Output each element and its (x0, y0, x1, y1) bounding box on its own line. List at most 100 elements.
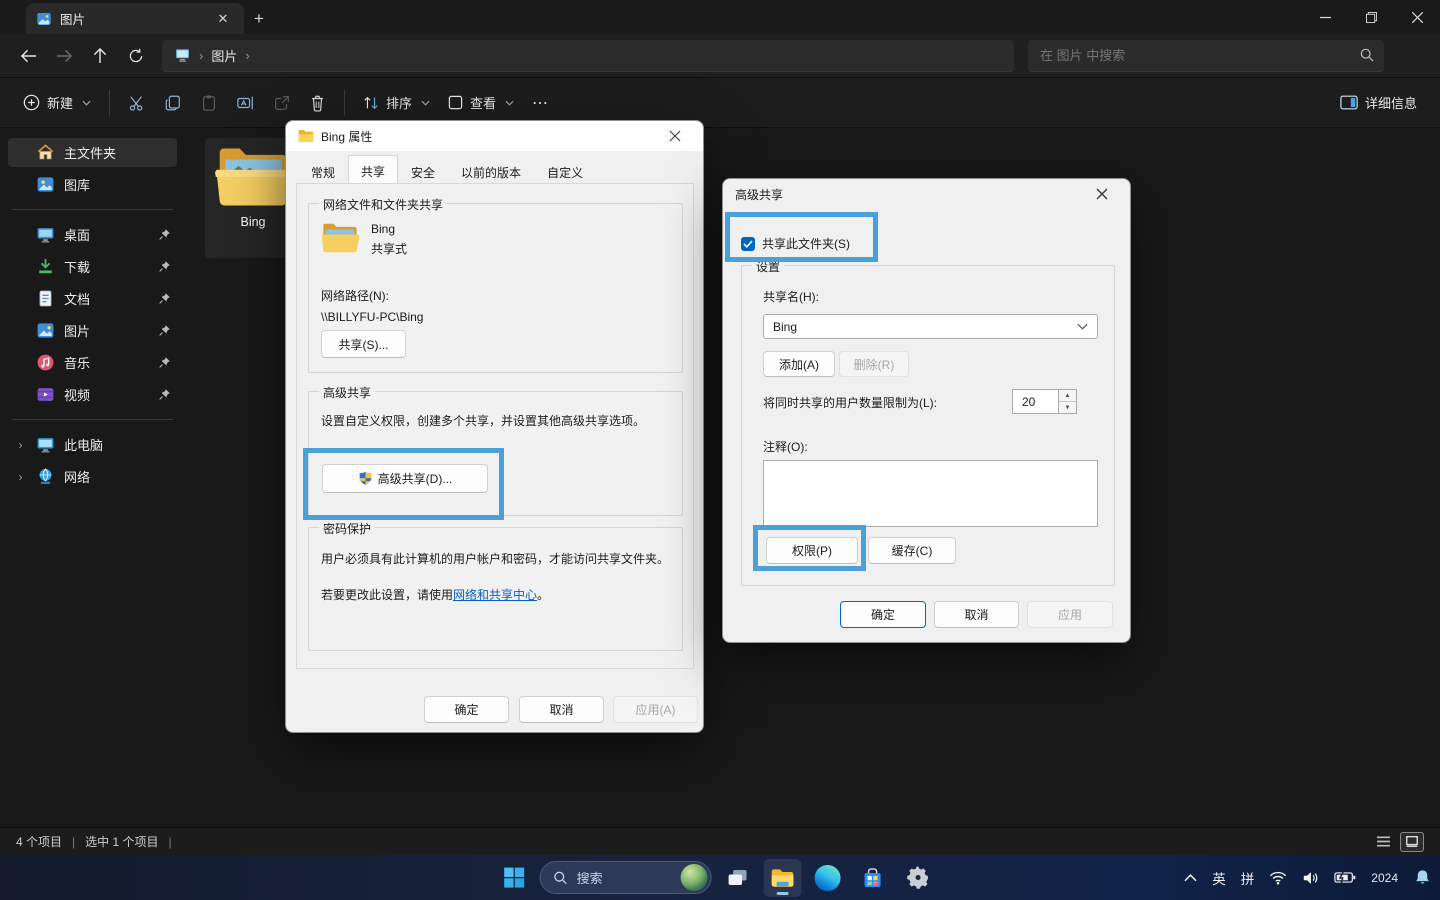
explorer-tab[interactable]: 图片 ✕ (26, 3, 244, 34)
tab-close-icon[interactable]: ✕ (212, 8, 234, 30)
minimize-button[interactable] (1302, 0, 1348, 34)
sidebar-item-home[interactable]: 主文件夹 (8, 138, 177, 167)
hidden-icons-chevron[interactable] (1184, 874, 1197, 882)
maximize-button[interactable] (1348, 0, 1394, 34)
network-icon (36, 467, 55, 486)
apply-label: 应用(A) (636, 701, 676, 718)
volume-icon[interactable] (1302, 871, 1319, 885)
view-button[interactable]: 查看 (439, 86, 523, 119)
sidebar-separator (12, 419, 173, 420)
search-icon (554, 871, 568, 885)
ime-pinyin-indicator[interactable]: 拼 (1241, 868, 1255, 888)
add-button[interactable]: 添加(A) (763, 351, 835, 377)
advanced-dialog-titlebar[interactable]: 高级共享 (723, 179, 1130, 209)
sidebar-item-network[interactable]: › 网络 (8, 462, 177, 491)
properties-dialog-titlebar[interactable]: Bing 属性 (286, 121, 703, 151)
close-icon[interactable] (659, 121, 691, 151)
tab-sharing[interactable]: 共享 (348, 155, 398, 186)
start-button[interactable] (495, 859, 533, 897)
properties-ok-button[interactable]: 确定 (424, 696, 509, 723)
sidebar-item-this-pc[interactable]: › 此电脑 (8, 430, 177, 459)
plus-circle-icon (23, 94, 40, 111)
breadcrumb-chevron-icon: › (245, 48, 249, 63)
explorer-search-box[interactable] (1028, 40, 1384, 72)
sidebar-item-label: 主文件夹 (64, 143, 116, 162)
remove-button[interactable]: 删除(R) (839, 351, 909, 377)
share-button[interactable]: 共享(S)... (321, 330, 406, 358)
search-input[interactable] (1038, 47, 1360, 64)
sidebar-item-documents[interactable]: 文档 (8, 284, 177, 313)
task-view-button[interactable] (719, 859, 757, 897)
pictures-tab-icon (36, 11, 52, 27)
close-icon[interactable] (1086, 179, 1118, 209)
refresh-button[interactable] (118, 39, 154, 73)
pin-icon (158, 292, 171, 305)
user-limit-value[interactable]: 20 (1012, 389, 1059, 414)
sidebar-item-music[interactable]: 音乐 (8, 348, 177, 377)
advanced-ok-button[interactable]: 确定 (840, 601, 926, 628)
forward-button[interactable] (46, 39, 82, 73)
copy-button[interactable] (155, 87, 191, 119)
sort-icon (363, 95, 379, 111)
wifi-icon[interactable] (1269, 871, 1287, 885)
network-sharing-center-link[interactable]: 网络和共享中心 (453, 588, 537, 602)
sidebar-item-gallery[interactable]: 图库 (8, 170, 177, 199)
details-view-toggle[interactable] (1371, 832, 1395, 852)
taskbar-date[interactable]: 2024 (1371, 871, 1398, 885)
caching-button[interactable]: 缓存(C) (868, 537, 956, 564)
breadcrumb-pictures[interactable]: 图片 (211, 46, 237, 65)
close-button[interactable] (1394, 0, 1440, 34)
details-pane-label: 详细信息 (1365, 93, 1417, 112)
delete-button[interactable] (300, 87, 335, 119)
share-button-label: 共享(S)... (339, 336, 389, 353)
battery-icon[interactable] (1334, 871, 1356, 884)
password-protection-line2: 若要更改此设置，请使用网络和共享中心。 (321, 586, 673, 604)
address-bar[interactable]: › 图片 › (162, 40, 1014, 72)
share-icon (273, 94, 291, 112)
status-divider: | (168, 835, 171, 849)
sidebar-item-videos[interactable]: 视频 (8, 380, 177, 409)
cut-icon (128, 94, 146, 112)
rename-button[interactable] (227, 87, 264, 119)
thumbnail-view-toggle[interactable] (1400, 832, 1424, 852)
back-button[interactable] (10, 39, 46, 73)
taskbar-settings[interactable] (899, 859, 937, 897)
share-state: 共享式 (371, 240, 407, 258)
tree-expand-chevron[interactable]: › (14, 438, 27, 452)
sidebar-item-pictures[interactable]: 图片 (8, 316, 177, 345)
videos-icon (36, 385, 55, 404)
pin-icon (158, 260, 171, 273)
new-tab-button[interactable]: + (244, 4, 274, 34)
sort-button[interactable]: 排序 (354, 86, 439, 119)
spinner-down-icon[interactable]: ▼ (1059, 401, 1076, 413)
taskbar-search-box[interactable]: 搜索 (540, 861, 712, 894)
properties-cancel-button[interactable]: 取消 (519, 696, 604, 723)
sidebar-item-desktop[interactable]: 桌面 (8, 220, 177, 249)
notification-bell-icon[interactable] (1413, 868, 1432, 887)
sidebar-separator (12, 209, 173, 210)
paste-button[interactable] (191, 87, 227, 119)
bing-folder-icon (215, 146, 291, 208)
tree-expand-chevron[interactable]: › (14, 470, 27, 484)
sidebar-item-downloads[interactable]: 下载 (8, 252, 177, 281)
advanced-apply-button[interactable]: 应用 (1027, 601, 1113, 628)
more-options-button[interactable]: ⋯ (523, 86, 558, 120)
ime-english-indicator[interactable]: 英 (1212, 868, 1226, 888)
tab-title: 图片 (60, 9, 85, 28)
details-pane-button[interactable]: 详细信息 (1331, 86, 1426, 119)
share-name-combobox[interactable]: Bing (763, 314, 1098, 339)
spinner-up-icon[interactable]: ▲ (1059, 390, 1076, 401)
taskbar-file-explorer[interactable] (764, 859, 802, 897)
taskbar-store[interactable] (854, 859, 892, 897)
cut-button[interactable] (119, 87, 155, 119)
chevron-down-icon (421, 100, 430, 106)
line2-prefix: 若要更改此设置，请使用 (321, 588, 453, 602)
new-button[interactable]: 新建 (14, 86, 100, 119)
up-button[interactable] (82, 39, 118, 73)
user-limit-spinner[interactable]: 20 ▲ ▼ (1012, 389, 1077, 414)
comments-textarea[interactable] (763, 460, 1098, 527)
taskbar-edge[interactable] (809, 859, 847, 897)
share-button-toolbar[interactable] (264, 87, 300, 119)
properties-apply-button[interactable]: 应用(A) (613, 696, 698, 723)
advanced-cancel-button[interactable]: 取消 (934, 601, 1019, 628)
